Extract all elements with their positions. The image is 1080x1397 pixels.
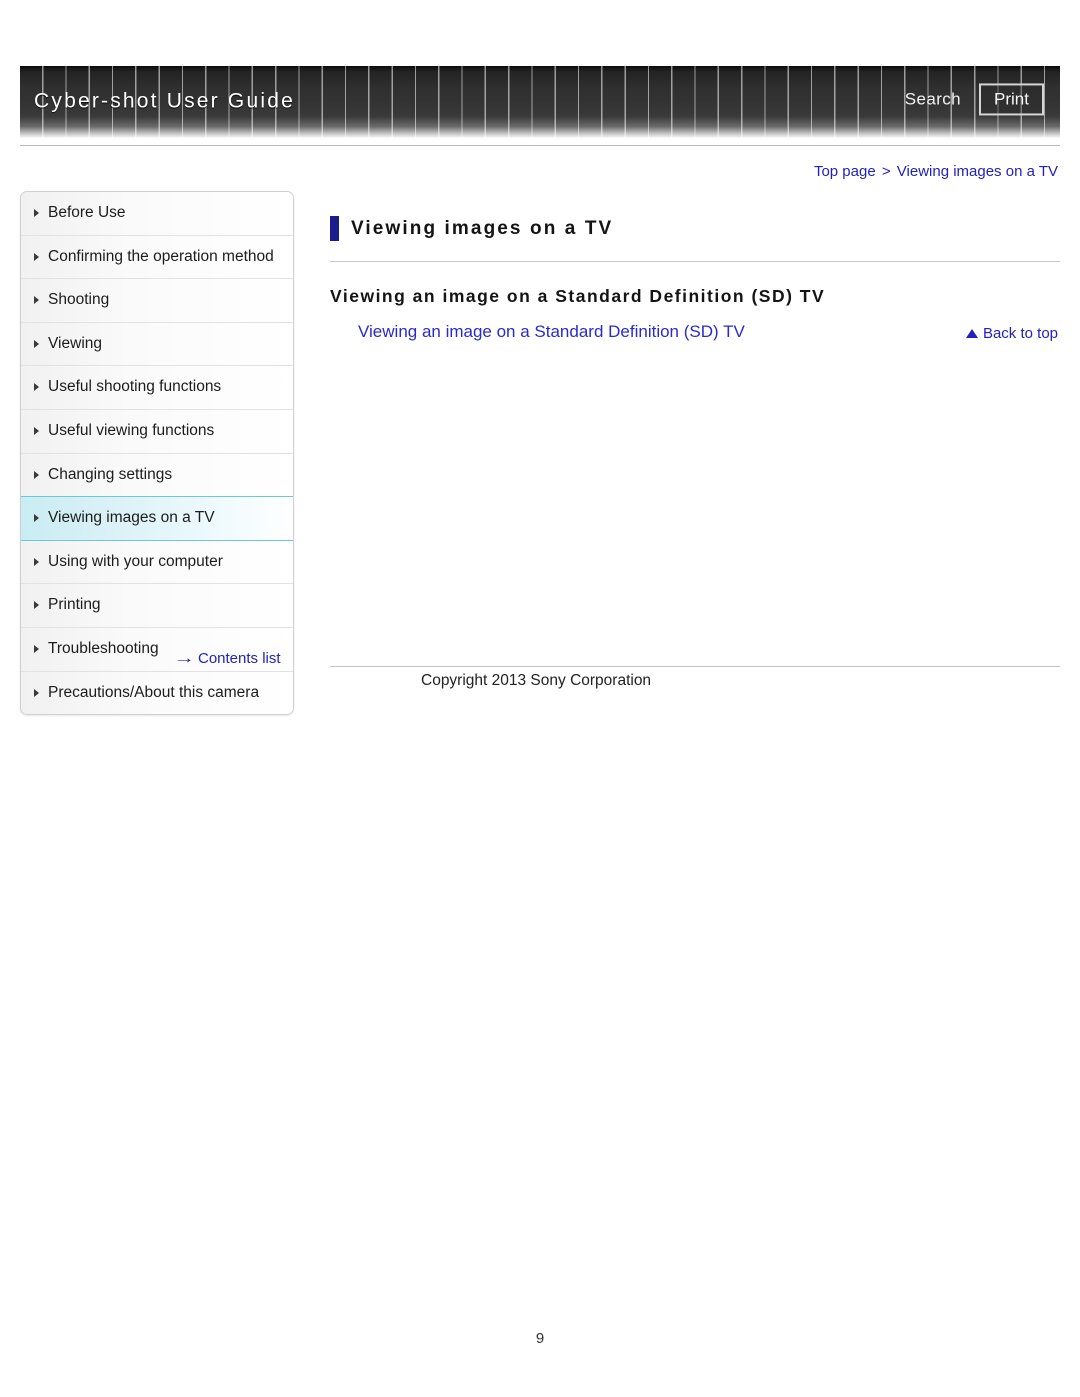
sidebar-item-printing[interactable]: Printing: [21, 584, 293, 629]
sidebar-item-label: Changing settings: [48, 465, 173, 483]
sidebar-item-label: Before Use: [48, 204, 126, 221]
triangle-right-icon: [34, 252, 39, 261]
page-title: Viewing images on a TV: [351, 217, 614, 239]
breadcrumb-separator: >: [881, 163, 891, 180]
back-to-top-label: Back to top: [982, 325, 1058, 342]
sidebar-item-label: Printing: [48, 596, 101, 614]
triangle-right-icon: [34, 601, 39, 610]
section-heading: Viewing an image on a Standard Definitio…: [330, 286, 826, 307]
site-title: Cyber-shot User Guide: [34, 89, 295, 113]
contents-list-link[interactable]: → Contents list: [173, 649, 281, 667]
header-actions: Search Print: [905, 83, 1044, 116]
triangle-right-icon: [34, 209, 39, 217]
sidebar-item-label: Useful shooting functions: [48, 378, 222, 396]
print-button[interactable]: Print: [979, 83, 1044, 116]
sidebar-item-label: Using with your computer: [48, 552, 223, 570]
sidebar-item-confirming-the-operation-method[interactable]: Confirming the operation method: [21, 235, 293, 280]
header-divider: [20, 145, 1060, 146]
breadcrumb-current[interactable]: Viewing images on a TV: [897, 163, 1058, 180]
main-content: Viewing images on a TV Viewing an image …: [330, 205, 1060, 342]
triangle-right-icon: [34, 339, 39, 348]
sidebar-item-useful-shooting-functions[interactable]: Useful shooting functions: [21, 366, 293, 411]
triangle-right-icon: [34, 557, 39, 566]
arrow-right-icon: →: [173, 649, 195, 667]
copyright-text: Copyright 2013 Sony Corporation: [421, 672, 652, 689]
sidebar-item-precautions-about-this-camera[interactable]: Precautions/About this camera: [21, 671, 293, 715]
sidebar-item-label: Troubleshooting: [48, 640, 159, 658]
section-link-sd-tv[interactable]: Viewing an image on a Standard Definitio…: [358, 322, 1060, 342]
triangle-right-icon: [34, 645, 39, 654]
sidebar-item-before-use[interactable]: Before Use: [21, 192, 293, 236]
sidebar-item-using-with-your-computer[interactable]: Using with your computer: [21, 540, 293, 585]
triangle-right-icon: [34, 296, 39, 305]
sidebar-item-label: Viewing: [48, 334, 103, 352]
sidebar-item-label: Confirming the operation method: [48, 247, 274, 265]
page-title-row: Viewing images on a TV: [330, 205, 1060, 263]
triangle-up-icon: [965, 329, 978, 338]
triangle-right-icon: [34, 383, 39, 392]
page-number: 9: [535, 1330, 545, 1347]
search-button[interactable]: Search: [905, 89, 961, 109]
sidebar-nav: Before Use Confirming the operation meth…: [20, 191, 294, 716]
triangle-right-icon: [34, 688, 39, 697]
back-to-top-link[interactable]: Back to top: [965, 325, 1058, 342]
triangle-right-icon: [34, 470, 39, 479]
site-header: Cyber-shot User Guide Search Print: [20, 66, 1060, 138]
triangle-right-icon: [34, 514, 39, 523]
sidebar-item-shooting[interactable]: Shooting: [21, 279, 293, 323]
title-marker-icon: [330, 216, 339, 242]
sidebar-item-viewing[interactable]: Viewing: [21, 322, 293, 367]
sidebar-item-label: Useful viewing functions: [48, 422, 215, 440]
sidebar-item-label: Viewing images on a TV: [48, 509, 215, 527]
sidebar-item-viewing-images-on-a-tv[interactable]: Viewing images on a TV: [21, 496, 293, 541]
footer-divider: [330, 666, 1060, 667]
triangle-right-icon: [34, 427, 39, 436]
sidebar-item-label: Precautions/About this camera: [48, 683, 260, 701]
sidebar-item-useful-viewing-functions[interactable]: Useful viewing functions: [21, 410, 293, 454]
breadcrumb-top-page[interactable]: Top page: [814, 163, 876, 180]
breadcrumb: Top page > Viewing images on a TV: [814, 163, 1058, 180]
sidebar-item-changing-settings[interactable]: Changing settings: [21, 453, 293, 498]
contents-list-label: Contents list: [198, 650, 281, 667]
sidebar-item-label: Shooting: [48, 291, 110, 309]
